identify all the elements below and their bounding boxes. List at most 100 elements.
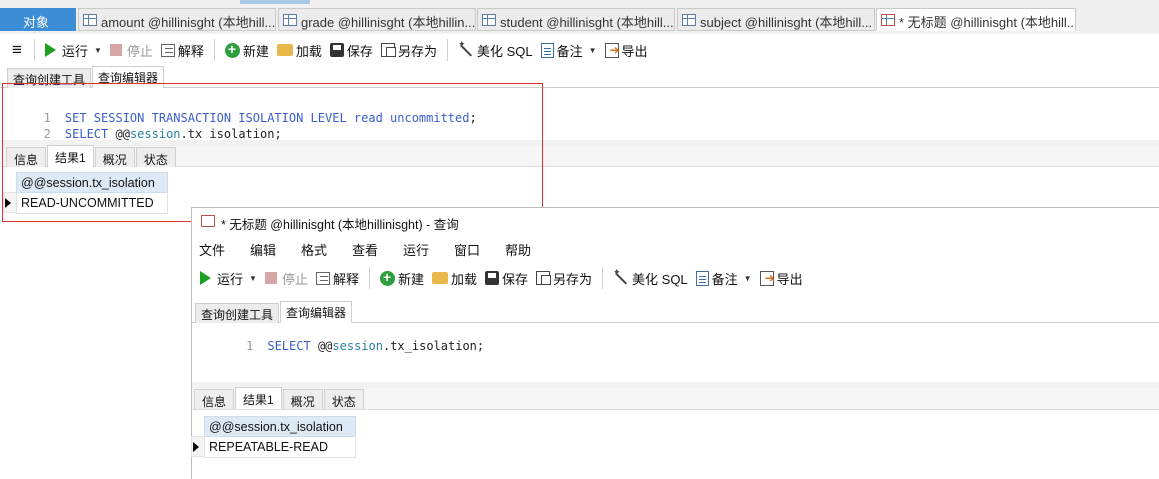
tab-result1[interactable]: 结果1 [235,387,282,409]
stop-label: 停止 [281,271,308,287]
tab-status[interactable]: 状态 [135,147,176,167]
result-grid: @@session.tx_isolation READ-UNCOMMITTED [3,172,168,214]
menu-file[interactable]: 文件 [192,240,243,260]
save-button[interactable]: 保存 [481,266,532,290]
load-button[interactable]: 加载 [273,38,326,62]
tab-student[interactable]: student @hillinisght (本地hill... [477,8,675,31]
stop-icon [109,44,122,56]
save-button[interactable]: 保存 [326,38,377,62]
load-button[interactable]: 加载 [428,266,481,290]
note-button[interactable]: 备注 ▼ [692,266,756,290]
save-as-icon [380,43,396,57]
current-row-icon [5,198,11,208]
document-tab-bar: 对象 amount @hillinisght (本地hill... grade … [0,0,1159,34]
cell-value[interactable]: READ-UNCOMMITTED [21,196,154,210]
window-title: * 无标题 @hillinisght (本地hillinisght) - 查询 [221,218,459,232]
window-titlebar[interactable]: * 无标题 @hillinisght (本地hillinisght) - 查询 [192,208,1159,234]
tab-status[interactable]: 状态 [323,389,364,409]
tab-student-label: student @hillinisght (本地hill... [500,15,674,30]
stop-button[interactable]: 停止 [106,38,157,62]
tab-query-builder[interactable]: 查询创建工具 [195,303,280,323]
cell-value[interactable]: REPEATABLE-READ [209,440,328,454]
result-grid: @@session.tx_isolation REPEATABLE-READ [191,416,356,458]
magic-wand-icon [458,39,474,58]
tab-grade[interactable]: grade @hillinisght (本地hillin... [278,8,476,31]
export-button[interactable]: 导出 [601,38,652,62]
tab-amount[interactable]: amount @hillinisght (本地hill... [78,8,276,31]
chevron-down-icon[interactable]: ▼ [94,46,102,55]
save-as-button[interactable]: 另存为 [377,38,441,62]
menu-format[interactable]: 格式 [294,240,345,260]
menu-icon[interactable]: ≡ [6,38,28,62]
note-button[interactable]: 备注 ▼ [537,38,601,62]
tab-amount-label: amount @hillinisght (本地hill... [101,15,276,30]
column-header[interactable]: @@session.tx_isolation [204,416,356,437]
code-token: SELECT [267,339,311,353]
stop-button[interactable]: 停止 [261,266,312,290]
tab-subject-label: subject @hillinisght (本地hill... [700,15,873,30]
result-tabs: 信息 结果1 概况 状态 [194,387,365,409]
code-token: session [332,339,383,353]
tab-query-untitled[interactable]: * 无标题 @hillinisght (本地hill... [876,8,1076,31]
sql-editor[interactable]: 1 SET SESSION TRANSACTION ISOLATION LEVEL… [6,94,477,141]
menu-bar: 文件 编辑 格式 查看 运行 窗口 帮助 [192,240,549,260]
folder-icon [431,272,448,284]
new-button[interactable]: 新建 [221,38,273,62]
export-label: 导出 [776,271,803,287]
tab-query-editor[interactable]: 查询编辑器 [280,301,353,323]
column-header[interactable]: @@session.tx_isolation [16,172,168,193]
tab-info[interactable]: 信息 [6,147,47,167]
tab-profile[interactable]: 概况 [282,389,323,409]
menu-run[interactable]: 运行 [396,240,447,260]
toolbar-separator [446,39,448,61]
tab-grade-label: grade @hillinisght (本地hillin... [301,15,476,30]
result-tabs: 信息 结果1 概况 状态 [6,145,177,167]
tab-subject[interactable]: subject @hillinisght (本地hill... [677,8,875,31]
stop-icon [264,272,277,284]
code-token: ; [469,111,477,125]
chevron-down-icon[interactable]: ▼ [249,274,257,283]
tab-profile[interactable]: 概况 [94,147,135,167]
code-line-1: 1 SET SESSION TRANSACTION ISOLATION LEVEL… [6,94,477,125]
play-icon [200,271,211,285]
table-icon [283,14,297,26]
tab-info[interactable]: 信息 [194,389,235,409]
explain-button[interactable]: 解释 [157,38,208,62]
save-icon [485,271,499,285]
main-toolbar: ≡ 运行 ▼ 停止 解释 新建 加载 保存 另存为 美化 SQL 备注 ▼ [6,35,652,65]
table-icon [83,14,97,26]
new-button[interactable]: 新建 [376,266,428,290]
run-label: 运行 [217,271,244,287]
run-button[interactable]: 运行 ▼ [41,38,106,62]
export-button[interactable]: 导出 [756,266,807,290]
explain-button[interactable]: 解释 [312,266,363,290]
run-button[interactable]: 运行 ▼ [196,266,261,290]
save-label: 保存 [346,43,373,59]
beautify-sql-button[interactable]: 美化 SQL [454,38,537,62]
new-label: 新建 [397,271,424,287]
export-label: 导出 [621,43,648,59]
menu-edit[interactable]: 编辑 [243,240,294,260]
chevron-down-icon[interactable]: ▼ [589,46,597,55]
editor-mode-tabs: 查询创建工具 查询编辑器 [7,66,165,88]
table-row[interactable]: READ-UNCOMMITTED [3,192,168,214]
tab-query-editor[interactable]: 查询编辑器 [92,66,165,88]
save-as-button[interactable]: 另存为 [532,266,596,290]
tab-objects-label: 对象 [22,15,49,30]
sql-editor[interactable]: 1 SELECT @@session.tx_isolation; [194,322,484,353]
toolbar-separator [368,267,370,289]
export-icon [604,42,620,58]
menu-view[interactable]: 查看 [345,240,396,260]
save-as-label: 另存为 [553,271,593,287]
toolbar-separator [602,267,604,289]
tab-objects[interactable]: 对象 [0,8,76,31]
beautify-sql-button[interactable]: 美化 SQL [609,266,692,290]
stop-label: 停止 [126,43,153,59]
menu-window[interactable]: 窗口 [447,240,498,260]
chevron-down-icon[interactable]: ▼ [744,274,752,283]
tab-query-builder[interactable]: 查询创建工具 [7,68,92,88]
menu-help[interactable]: 帮助 [498,240,549,260]
magic-wand-icon [613,267,629,286]
tab-result1[interactable]: 结果1 [47,145,94,167]
table-row[interactable]: REPEATABLE-READ [191,436,356,458]
